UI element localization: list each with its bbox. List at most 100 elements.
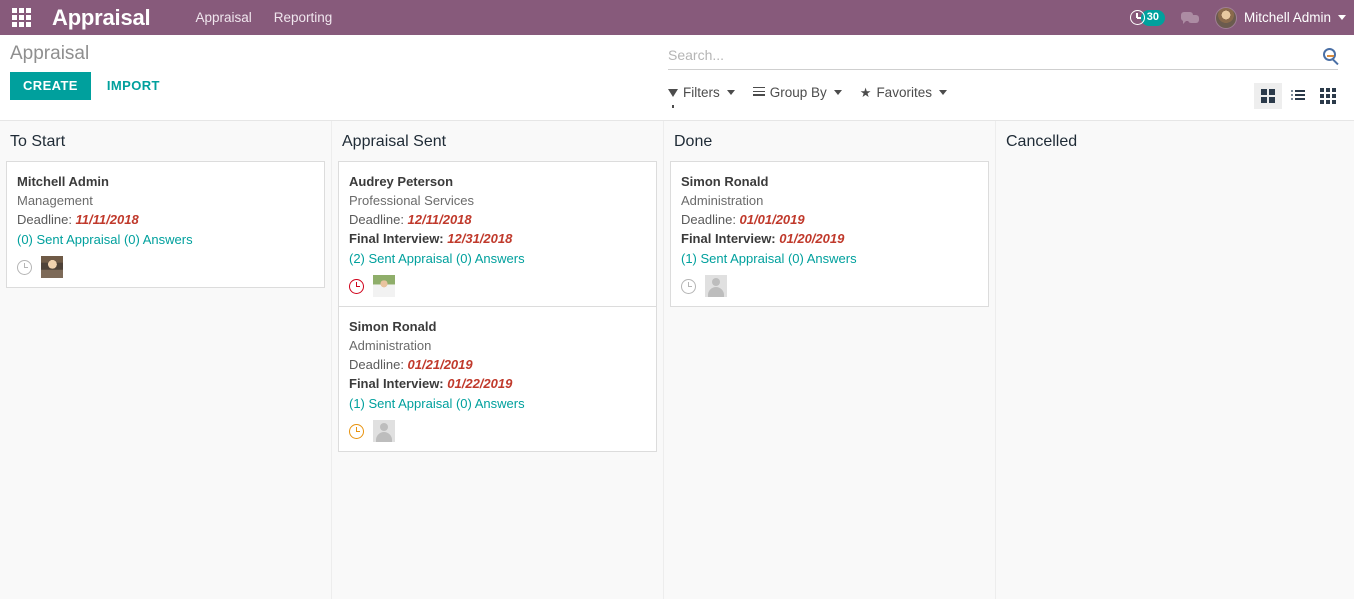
control-panel: Appraisal CREATE IMPORT Filters Group By…	[0, 35, 1354, 121]
card-appraisal-links[interactable]: (2) Sent Appraisal (0) Answers	[349, 249, 646, 268]
favorites-dropdown[interactable]: ★ Favorites	[860, 85, 947, 100]
card-footer	[349, 274, 646, 298]
card-deadline-value: 01/21/2019	[407, 357, 473, 372]
navbar-right-group: 30 Mitchell Admin	[1129, 0, 1346, 35]
card-deadline-label: Deadline:	[17, 212, 76, 227]
chevron-down-icon	[1338, 15, 1346, 20]
apps-grid-icon	[11, 8, 31, 27]
search-input[interactable]	[668, 45, 1319, 65]
group-by-label: Group By	[769, 85, 827, 100]
kanban-column-title[interactable]: To Start	[6, 121, 325, 161]
avatar[interactable]	[373, 275, 395, 297]
card-final-interview-label: Final Interview:	[681, 231, 776, 246]
search-row	[668, 45, 1338, 70]
card-deadline-value: 01/01/2019	[739, 212, 805, 227]
activity-clock-icon[interactable]	[349, 278, 364, 294]
funnel-icon	[668, 88, 678, 108]
card-appraisal-links[interactable]: (1) Sent Appraisal (0) Answers	[681, 249, 978, 268]
view-switcher-pivot[interactable]	[1314, 83, 1342, 109]
chat-bubbles-icon[interactable]	[1180, 11, 1199, 25]
card-deadline-label: Deadline:	[349, 357, 408, 372]
card-final-interview-row: Final Interview: 01/20/2019	[681, 229, 978, 248]
avatar[interactable]	[373, 420, 395, 442]
avatar	[1214, 6, 1237, 29]
card-deadline-row: Deadline: 01/01/2019	[681, 210, 978, 229]
app-brand-title: Appraisal	[52, 5, 151, 30]
activity-menu-button[interactable]: 30	[1129, 9, 1165, 26]
avatar[interactable]	[705, 275, 727, 297]
kanban-column-title[interactable]: Done	[670, 121, 989, 161]
apps-menu-button[interactable]	[0, 0, 42, 35]
chevron-down-icon	[726, 90, 735, 95]
card-department: Administration	[681, 193, 764, 208]
kanban-card[interactable]: Mitchell Admin Management Deadline: 11/11/…	[6, 161, 325, 288]
card-department: Professional Services	[349, 193, 474, 208]
group-by-dropdown[interactable]: Group By	[752, 85, 842, 100]
card-final-interview-value: 01/22/2019	[447, 376, 513, 391]
kanban-column-title[interactable]: Cancelled	[1002, 121, 1322, 161]
main-nav: Appraisal Reporting	[195, 0, 332, 35]
activity-clock-icon[interactable]	[349, 423, 364, 439]
card-employee-name: Mitchell Admin	[17, 174, 109, 189]
card-final-interview-value: 01/20/2019	[779, 231, 845, 246]
chevron-down-icon	[938, 90, 947, 95]
kanban-card[interactable]: Audrey Peterson Professional Services Dead…	[338, 161, 657, 307]
star-icon: ★	[859, 85, 872, 100]
kanban-column-title[interactable]: Appraisal Sent	[338, 121, 657, 161]
card-appraisal-links[interactable]: (1) Sent Appraisal (0) Answers	[349, 394, 646, 413]
kanban-column: Done Simon Ronald Administration Deadline: …	[664, 121, 996, 599]
card-deadline-value: 12/11/2018	[407, 212, 472, 227]
kanban-icon	[1261, 89, 1275, 103]
nav-item-reporting[interactable]: Reporting	[274, 0, 333, 35]
kanban-card[interactable]: Simon Ronald Administration Deadline: 01/0…	[670, 161, 989, 307]
control-panel-left: Appraisal CREATE IMPORT	[10, 41, 172, 100]
nav-item-appraisal[interactable]: Appraisal	[195, 0, 251, 35]
card-final-interview-row: Final Interview: 01/22/2019	[349, 374, 646, 393]
hamburger-lines-icon	[752, 86, 765, 99]
magnifier-icon	[1323, 48, 1336, 61]
card-deadline-label: Deadline:	[349, 212, 408, 227]
card-footer	[349, 419, 646, 443]
kanban-board: To Start Mitchell Admin Management Deadline…	[0, 121, 1354, 599]
chevron-down-icon	[833, 90, 842, 95]
card-appraisal-links[interactable]: (0) Sent Appraisal (0) Answers	[17, 230, 314, 249]
card-deadline-row: Deadline: 01/21/2019	[349, 355, 646, 374]
list-icon	[1291, 90, 1305, 102]
kanban-column: Appraisal Sent Audrey Peterson Professiona…	[332, 121, 664, 599]
kanban-column: Cancelled	[996, 121, 1328, 599]
create-button[interactable]: CREATE	[10, 72, 91, 100]
card-department: Management	[17, 193, 93, 208]
top-navbar: Appraisal Appraisal Reporting 30 Mitchel…	[0, 0, 1354, 35]
card-footer	[17, 255, 314, 279]
activity-clock-icon[interactable]	[17, 259, 32, 275]
avatar[interactable]	[41, 256, 63, 278]
breadcrumb[interactable]: Appraisal	[10, 41, 172, 67]
view-switcher	[1254, 83, 1342, 109]
filters-label: Filters	[683, 85, 720, 100]
card-final-interview-value: 12/31/2018	[447, 231, 513, 246]
search-dropdowns: Filters Group By ★ Favorites	[668, 85, 947, 108]
card-deadline-row: Deadline: 12/11/2018	[349, 210, 646, 229]
card-employee-name: Simon Ronald	[349, 319, 437, 334]
card-final-interview-row: Final Interview: 12/31/2018	[349, 229, 646, 248]
import-button[interactable]: IMPORT	[95, 72, 172, 100]
view-switcher-list[interactable]	[1284, 83, 1312, 109]
activity-clock-icon[interactable]	[681, 278, 696, 294]
kanban-card[interactable]: Simon Ronald Administration Deadline: 01/2…	[338, 306, 657, 452]
card-final-interview-label: Final Interview:	[349, 231, 444, 246]
search-area	[668, 45, 1338, 70]
user-name-label: Mitchell Admin	[1243, 10, 1331, 25]
filters-dropdown[interactable]: Filters	[668, 85, 735, 108]
card-footer	[681, 274, 978, 298]
user-menu-button[interactable]: Mitchell Admin	[1214, 6, 1346, 29]
card-deadline-value: 11/11/2018	[75, 212, 139, 227]
view-switcher-kanban[interactable]	[1254, 83, 1282, 109]
pivot-icon	[1320, 88, 1336, 104]
search-button[interactable]	[1319, 48, 1338, 65]
card-employee-name: Audrey Peterson	[349, 174, 454, 189]
control-panel-buttons: CREATE IMPORT	[10, 72, 172, 100]
kanban-column: To Start Mitchell Admin Management Deadline…	[0, 121, 332, 599]
card-department: Administration	[349, 338, 432, 353]
card-deadline-row: Deadline: 11/11/2018	[17, 210, 314, 229]
card-deadline-label: Deadline:	[681, 212, 740, 227]
